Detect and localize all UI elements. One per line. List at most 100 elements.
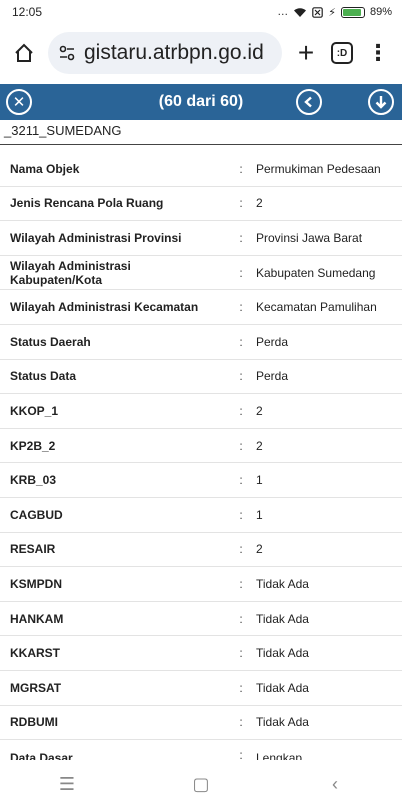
attribute-value: 1 bbox=[256, 473, 263, 488]
attribute-key: Wilayah Administrasi Kecamatan bbox=[10, 300, 199, 315]
attribute-separator: : bbox=[239, 300, 243, 315]
attribute-value: Tidak Ada bbox=[256, 715, 309, 730]
attribute-key: KKOP_1 bbox=[10, 403, 59, 418]
layer-title: _3211_SUMEDANG bbox=[0, 121, 402, 145]
arrow-down-icon bbox=[375, 96, 387, 109]
attribute-value: 2 bbox=[256, 403, 263, 418]
attribute-row: Wilayah Administrasi Kabupaten/Kota: Kabu… bbox=[0, 256, 402, 291]
attribute-key: Status Data bbox=[10, 369, 77, 384]
attribute-value: Perda bbox=[256, 334, 289, 349]
attribute-value: 1 bbox=[256, 507, 263, 522]
tab-count-icon: :D bbox=[331, 42, 353, 64]
feature-navigation-header: ✕ (60 dari 60) bbox=[0, 84, 402, 120]
attribute-key: Wilayah Administrasi Provinsi bbox=[10, 230, 182, 245]
attribute-value: Permukiman Pedesaan bbox=[256, 161, 381, 176]
sim-off-icon bbox=[312, 6, 324, 18]
attribute-separator: : bbox=[239, 715, 243, 730]
attribute-separator: : bbox=[239, 542, 243, 557]
system-status-bar: 12:05 … ⚡ 89% bbox=[0, 0, 402, 24]
attribute-value: Lengkap bbox=[256, 751, 303, 760]
attribute-row: Wilayah Administrasi Provinsi: Provinsi J… bbox=[0, 221, 402, 256]
address-bar[interactable]: gistaru.atrbpn.go.id bbox=[48, 32, 282, 74]
attribute-separator: : bbox=[239, 507, 243, 522]
attribute-separator: : bbox=[239, 438, 243, 453]
attribute-separator: : bbox=[239, 576, 243, 591]
attribute-row: Nama Objek: Permukiman Pedesaan bbox=[0, 152, 402, 187]
attribute-separator: : bbox=[239, 748, 243, 760]
attribute-key: Data Dasar bbox=[10, 751, 73, 760]
attribute-separator: : bbox=[239, 369, 243, 384]
attribute-key: KKARST bbox=[10, 646, 60, 661]
attribute-separator: : bbox=[239, 334, 243, 349]
attribute-row: HANKAM: Tidak Ada bbox=[0, 602, 402, 637]
attribute-value: Provinsi Jawa Barat bbox=[256, 230, 363, 245]
attribute-row: KKOP_1:2 bbox=[0, 394, 402, 429]
attribute-row: Status Daerah: Perda bbox=[0, 325, 402, 360]
new-tab-button[interactable]: + bbox=[288, 35, 324, 71]
partial-attribute-row: Data Dasar : Lengkap bbox=[0, 748, 402, 760]
download-button[interactable] bbox=[368, 89, 394, 115]
attribute-value: 2 bbox=[256, 438, 263, 453]
attribute-row: RESAIR:2 bbox=[0, 533, 402, 568]
attribute-value: 2 bbox=[256, 542, 263, 557]
attribute-key: MGRSAT bbox=[10, 680, 62, 695]
back-button[interactable]: ‹ bbox=[305, 774, 365, 795]
attribute-row: Jenis Rencana Pola Ruang:2 bbox=[0, 187, 402, 222]
attribute-row: CAGBUD:1 bbox=[0, 498, 402, 533]
attribute-value: Kecamatan Pamulihan bbox=[256, 300, 377, 315]
attribute-table: Nama Objek: Permukiman Pedesaan Jenis Renc… bbox=[0, 152, 402, 741]
charging-icon: ⚡ bbox=[328, 6, 336, 19]
attribute-row: Wilayah Administrasi Kecamatan: Kecamatan… bbox=[0, 290, 402, 325]
attribute-key: KSMPDN bbox=[10, 576, 63, 591]
attribute-separator: : bbox=[239, 473, 243, 488]
attribute-value: Tidak Ada bbox=[256, 611, 309, 626]
more-notifications-icon: … bbox=[277, 6, 289, 18]
attribute-value: Perda bbox=[256, 369, 289, 384]
attribute-key: KP2B_2 bbox=[10, 438, 56, 453]
attribute-value: Kabupaten Sumedang bbox=[256, 265, 376, 280]
url-text[interactable]: gistaru.atrbpn.go.id bbox=[84, 41, 264, 65]
site-settings-icon[interactable] bbox=[58, 44, 76, 62]
attribute-value: Tidak Ada bbox=[256, 680, 309, 695]
home-system-button[interactable]: ▢ bbox=[171, 774, 231, 795]
attribute-row: KSMPDN: Tidak Ada bbox=[0, 567, 402, 602]
attribute-separator: : bbox=[239, 161, 243, 176]
attribute-row: Status Data: Perda bbox=[0, 360, 402, 395]
tab-switcher-button[interactable]: :D bbox=[324, 35, 360, 71]
attribute-row: MGRSAT: Tidak Ada bbox=[0, 671, 402, 706]
previous-feature-button[interactable] bbox=[296, 89, 322, 115]
battery-percentage: 89% bbox=[369, 6, 392, 18]
attribute-value: 2 bbox=[256, 196, 263, 211]
attribute-separator: : bbox=[239, 680, 243, 695]
clock: 12:05 bbox=[12, 5, 43, 19]
attribute-key: KRB_03 bbox=[10, 473, 57, 488]
close-icon: ✕ bbox=[12, 93, 26, 111]
attribute-key: RDBUMI bbox=[10, 715, 58, 730]
home-icon bbox=[15, 43, 33, 62]
system-navigation-bar: ☰ ▢ ‹ bbox=[0, 764, 402, 804]
browser-toolbar: gistaru.atrbpn.go.id + :D ⋮ bbox=[0, 26, 402, 80]
attribute-key: RESAIR bbox=[10, 542, 56, 557]
attribute-separator: : bbox=[239, 265, 243, 280]
close-button[interactable]: ✕ bbox=[6, 89, 32, 115]
status-icons: … ⚡ 89% bbox=[277, 6, 392, 19]
attribute-key: Wilayah Administrasi Kabupaten/Kota bbox=[10, 258, 131, 287]
attribute-key: Status Daerah bbox=[10, 334, 91, 349]
chevron-left-icon bbox=[304, 96, 312, 108]
more-vert-icon: ⋮ bbox=[367, 40, 389, 65]
attribute-key: Jenis Rencana Pola Ruang bbox=[10, 196, 164, 211]
attribute-separator: : bbox=[239, 196, 243, 211]
browser-menu-button[interactable]: ⋮ bbox=[360, 35, 396, 71]
attribute-separator: : bbox=[239, 230, 243, 245]
attribute-row: KP2B_2:2 bbox=[0, 429, 402, 464]
battery-icon bbox=[340, 6, 365, 18]
attribute-value: Tidak Ada bbox=[256, 646, 309, 661]
attribute-separator: : bbox=[239, 646, 243, 661]
attribute-key: CAGBUD bbox=[10, 507, 63, 522]
attribute-key: Nama Objek bbox=[10, 161, 80, 176]
recent-apps-button[interactable]: ☰ bbox=[37, 774, 97, 795]
attribute-separator: : bbox=[239, 611, 243, 626]
home-button[interactable] bbox=[6, 35, 42, 71]
attribute-key: HANKAM bbox=[10, 611, 64, 626]
attribute-separator: : bbox=[239, 403, 243, 418]
